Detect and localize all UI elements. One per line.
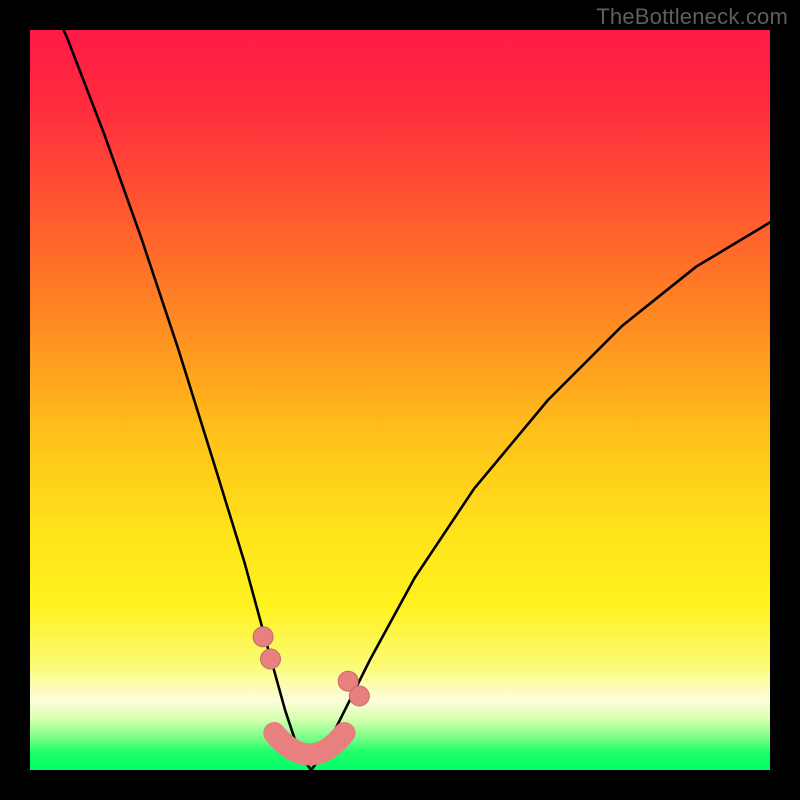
- bottleneck-curve: [30, 30, 770, 770]
- highlight-dot: [349, 686, 369, 706]
- highlight-dot: [261, 649, 281, 669]
- watermark-text: TheBottleneck.com: [596, 4, 788, 30]
- curve-layer: [30, 30, 770, 770]
- plot-area: [30, 30, 770, 770]
- highlight-dots: [253, 627, 369, 706]
- highlight-dot: [253, 627, 273, 647]
- chart-frame: TheBottleneck.com: [0, 0, 800, 800]
- highlight-slug: [274, 733, 344, 755]
